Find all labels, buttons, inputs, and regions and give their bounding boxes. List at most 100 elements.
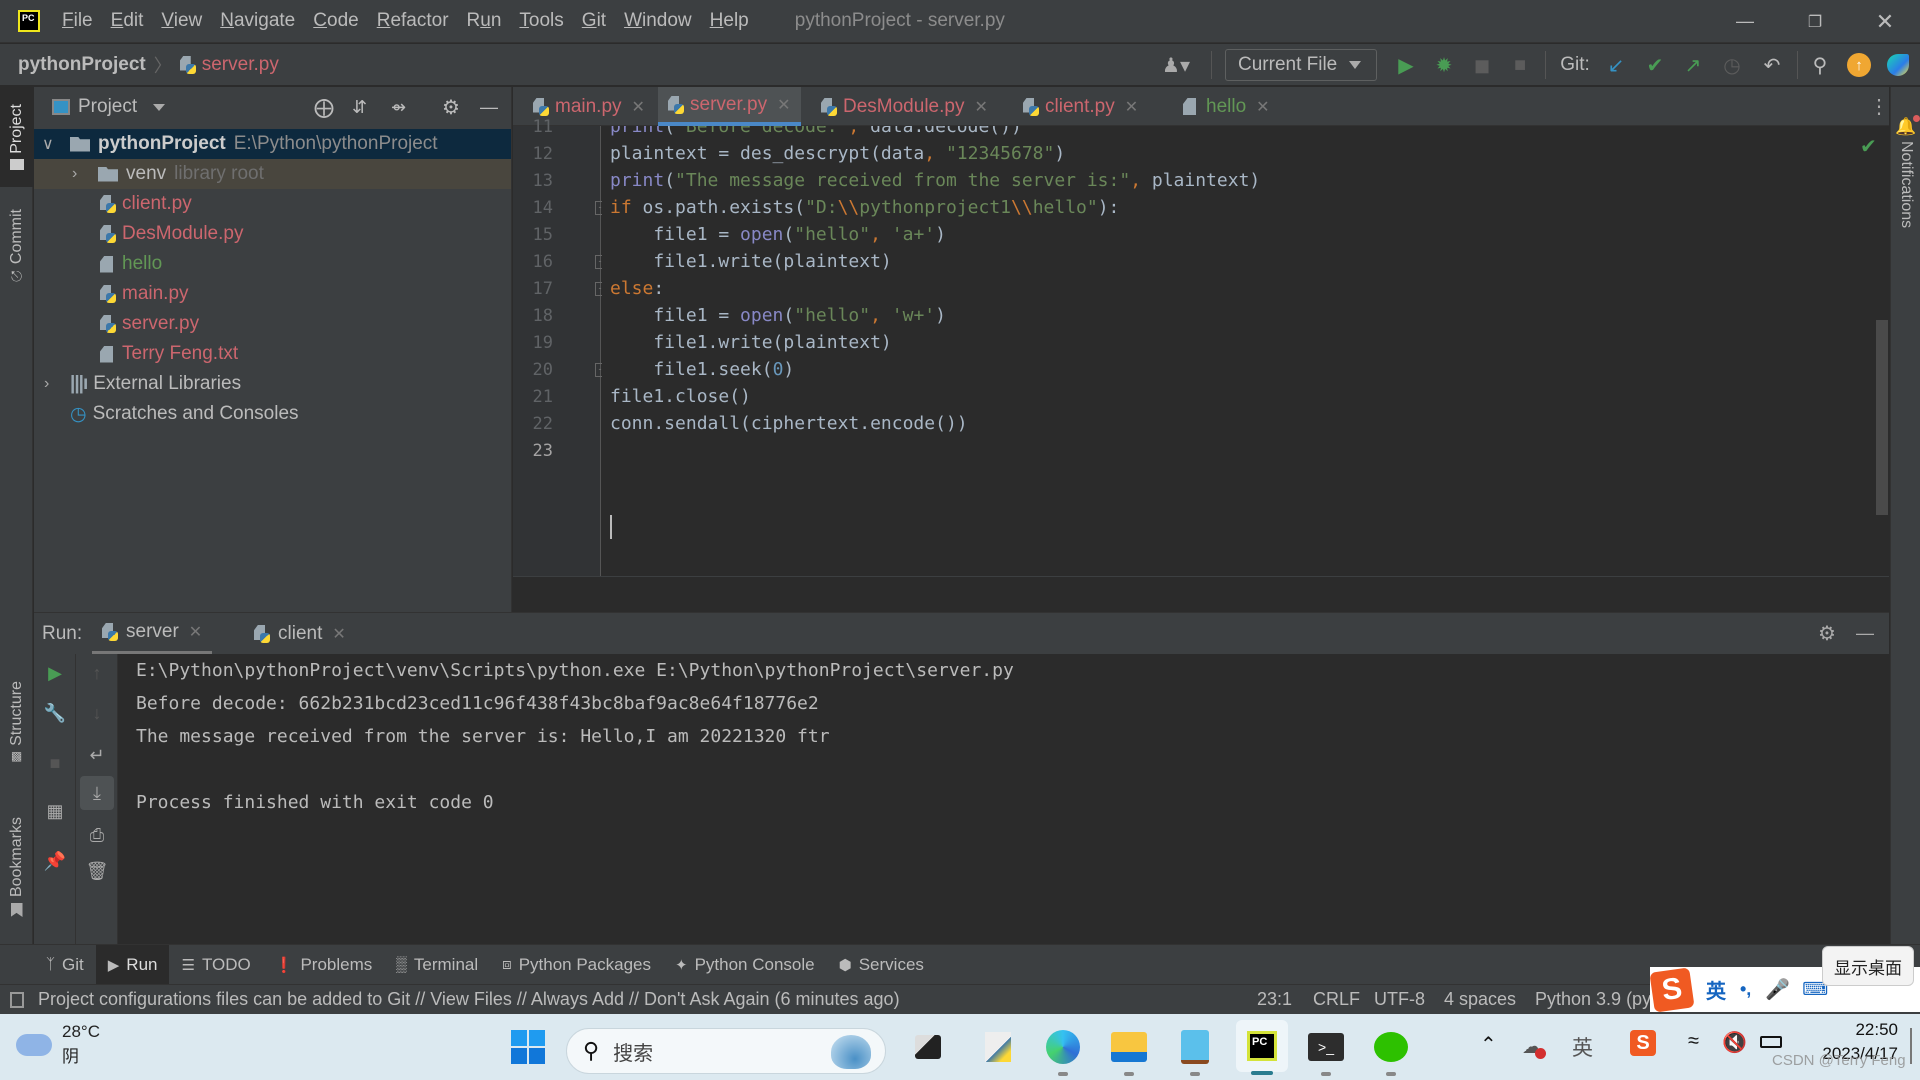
tree-item-main-py[interactable]: main.py: [34, 279, 511, 309]
close-tab-icon[interactable]: ✕: [632, 97, 645, 117]
tree-item-scratches[interactable]: ◷ Scratches and Consoles: [34, 399, 511, 429]
close-tab-icon[interactable]: ✕: [974, 97, 987, 117]
tool-tab-python-packages[interactable]: ⧈ Python Packages: [490, 945, 663, 985]
print-button[interactable]: ⎙: [76, 818, 118, 852]
taskbar-python-file[interactable]: [975, 1024, 1021, 1070]
tree-item-terry-feng-txt[interactable]: Terry Feng.txt: [34, 339, 511, 369]
tabs-more-button[interactable]: ⋮: [1859, 87, 1899, 126]
chevron-down-icon[interactable]: ∨: [42, 134, 54, 154]
show-hidden-icons-button[interactable]: ⌃: [1480, 1032, 1497, 1057]
tool-tab-project[interactable]: Project: [0, 87, 33, 187]
user-button[interactable]: ♟▾: [1158, 44, 1194, 86]
tool-tab-git[interactable]: ᛉ Git: [34, 945, 96, 985]
menu-git[interactable]: Git: [582, 10, 606, 32]
menu-refactor[interactable]: Refactor: [377, 10, 449, 32]
menu-view[interactable]: View: [161, 10, 202, 32]
modify-config-button[interactable]: 🔧: [34, 696, 76, 730]
close-tab-icon[interactable]: ✕: [189, 622, 202, 642]
git-update-button[interactable]: ↙: [1600, 44, 1632, 86]
breadcrumb-project[interactable]: pythonProject: [18, 54, 146, 76]
status-message[interactable]: Project configurations files can be adde…: [38, 989, 900, 1010]
close-tab-icon[interactable]: ✕: [332, 624, 345, 644]
run-tab-server[interactable]: server ✕: [92, 613, 213, 655]
chevron-right-icon[interactable]: ›: [44, 375, 49, 393]
tool-tab-run[interactable]: ▶ Run: [95, 944, 170, 985]
tree-item-client-py[interactable]: client.py: [34, 189, 511, 219]
tool-tab-terminal[interactable]: ▒ Terminal: [384, 945, 490, 985]
menu-file[interactable]: File: [62, 10, 93, 32]
wifi-icon[interactable]: ≈: [1688, 1030, 1699, 1053]
taskbar-notepad[interactable]: [1172, 1024, 1218, 1076]
chevron-right-icon[interactable]: ›: [72, 165, 77, 183]
tree-item-hello[interactable]: hello: [34, 249, 511, 279]
chevron-down-icon[interactable]: [153, 103, 166, 111]
project-view-dropdown[interactable]: Project: [78, 96, 137, 118]
collapse-all-icon[interactable]: ⇴: [391, 97, 406, 118]
taskbar-edge[interactable]: [1040, 1024, 1086, 1076]
tree-item-external-libraries[interactable]: › |||ı External Libraries: [34, 369, 511, 399]
tree-item-project-root[interactable]: ∨ pythonProject E:\Python\pythonProject: [34, 129, 511, 159]
taskbar-pycharm[interactable]: PC: [1236, 1020, 1288, 1075]
tool-tab-bookmarks[interactable]: Bookmarks: [0, 807, 33, 927]
taskbar-task-view[interactable]: [905, 1024, 951, 1070]
locate-file-icon[interactable]: ⨁: [314, 95, 334, 120]
microphone-icon[interactable]: 🎤: [1765, 977, 1790, 1002]
minimize-button[interactable]: —: [1710, 0, 1780, 43]
tool-tab-python-console[interactable]: ✦ Python Console: [663, 945, 827, 985]
scroll-to-end-button[interactable]: ⤓: [80, 776, 114, 810]
git-push-button[interactable]: ↗: [1677, 44, 1709, 86]
history-button[interactable]: ◷: [1716, 44, 1748, 86]
run-configuration-dropdown[interactable]: Current File: [1225, 49, 1377, 81]
toggle-tool-windows-icon[interactable]: [10, 991, 24, 1008]
run-button[interactable]: ▶: [1390, 44, 1422, 86]
weather-widget[interactable]: 28°C 阴: [16, 1022, 100, 1067]
menu-run[interactable]: Run: [467, 10, 502, 32]
tree-item-venv[interactable]: › venv library root: [34, 159, 511, 189]
debug-button[interactable]: ✹: [1428, 44, 1460, 86]
editor-vertical-scrollbar[interactable]: [1876, 320, 1888, 515]
soft-wrap-button[interactable]: ↵: [76, 738, 118, 772]
clear-all-button[interactable]: 🗑: [76, 854, 118, 888]
toolbox-button[interactable]: [1882, 44, 1914, 86]
ime-language[interactable]: 英: [1706, 975, 1726, 1004]
caret-position[interactable]: 23:1: [1257, 989, 1292, 1010]
hide-panel-icon[interactable]: —: [1856, 623, 1874, 644]
taskbar-search[interactable]: ⚲ 搜索: [566, 1028, 886, 1074]
git-commit-button[interactable]: ✔: [1639, 44, 1671, 86]
expand-all-icon[interactable]: ⇵: [352, 97, 367, 118]
tree-item-server-py[interactable]: server.py: [34, 309, 511, 339]
tool-tab-commit[interactable]: Commit ⎋: [0, 197, 33, 297]
sogou-logo-icon[interactable]: S: [1649, 966, 1695, 1013]
tool-tab-services[interactable]: ⬢ Services: [827, 945, 936, 985]
code-editor[interactable]: print("Before decode:", data.decode()) pl…: [602, 126, 1889, 576]
gear-icon[interactable]: ⚙: [1818, 621, 1836, 646]
start-button[interactable]: [505, 1024, 551, 1070]
gear-icon[interactable]: ⚙: [442, 95, 460, 120]
run-tab-client[interactable]: client ✕: [244, 613, 356, 655]
tab-client-py[interactable]: client.py ✕: [1013, 87, 1148, 126]
tool-tab-structure[interactable]: Structure ▩: [0, 667, 33, 777]
ime-punctuation[interactable]: •,: [1740, 979, 1751, 1000]
tab-desmodule-py[interactable]: DesModule.py ✕: [811, 87, 998, 126]
down-button[interactable]: ↓: [76, 696, 118, 730]
line-separator[interactable]: CRLF: [1313, 989, 1360, 1010]
rerun-button[interactable]: ▶: [34, 656, 76, 690]
sogou-tray-icon[interactable]: S: [1630, 1030, 1656, 1056]
no-problems-check-icon[interactable]: ✔: [1860, 134, 1877, 159]
close-tab-icon[interactable]: ✕: [1125, 97, 1138, 117]
menu-help[interactable]: Help: [710, 10, 749, 32]
tool-tab-problems[interactable]: ❗ Problems: [263, 945, 385, 985]
update-button[interactable]: ↑: [1843, 44, 1875, 86]
menu-tools[interactable]: Tools: [519, 10, 563, 32]
indent-setting[interactable]: 4 spaces: [1444, 989, 1516, 1010]
taskbar-wechat[interactable]: [1368, 1024, 1414, 1076]
close-tab-icon[interactable]: ✕: [777, 95, 790, 115]
hide-panel-icon[interactable]: —: [480, 97, 498, 118]
run-console-output[interactable]: E:\Python\pythonProject\venv\Scripts\pyt…: [118, 654, 1889, 944]
pin-tab-button[interactable]: 📌: [34, 844, 76, 878]
close-button[interactable]: ✕: [1850, 0, 1920, 43]
battery-icon[interactable]: [1760, 1036, 1782, 1048]
coverage-button[interactable]: ◼: [1466, 44, 1498, 86]
close-tab-icon[interactable]: ✕: [1256, 97, 1269, 117]
menu-window[interactable]: Window: [624, 10, 692, 32]
